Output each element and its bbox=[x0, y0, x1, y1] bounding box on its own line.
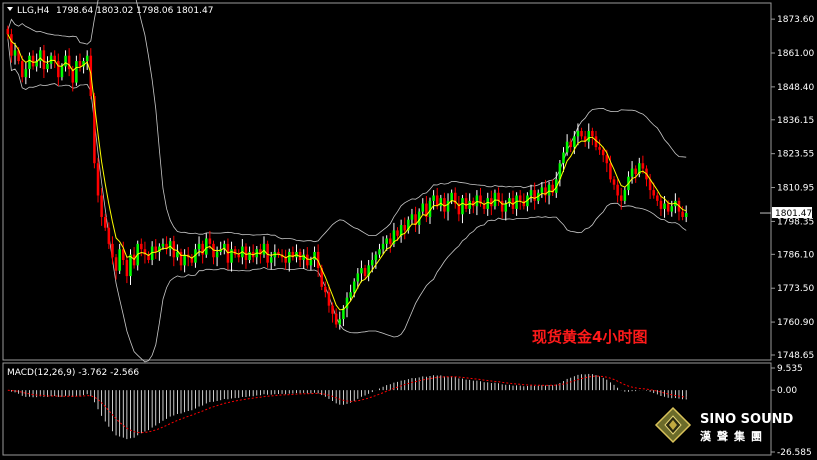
price-tick-label: 1823.55 bbox=[777, 150, 814, 160]
price-tick-label: 1748.65 bbox=[777, 351, 814, 361]
price-tick-label: 1861.00 bbox=[777, 49, 814, 59]
ohlc-readout: 1798.64 1803.02 1798.06 1801.47 bbox=[56, 6, 213, 16]
brand-name-en: SINO SOUND bbox=[700, 412, 794, 427]
price-tick-label: 1773.50 bbox=[777, 284, 814, 294]
brand-name-cn: 漢聲集團 bbox=[700, 429, 768, 443]
price-tick-label: 1836.15 bbox=[777, 116, 814, 126]
macd-tick-label: 9.535 bbox=[777, 364, 803, 374]
price-tick-label: 1873.60 bbox=[777, 15, 814, 25]
price-tick-label: 1786.10 bbox=[777, 250, 814, 260]
chart-window: 1873.60 1861.00 1848.40 1836.15 1823.55 1810.… bbox=[0, 0, 817, 460]
current-price-marker: 1801.47 bbox=[772, 207, 812, 219]
macd-label: MACD(12,26,9) -3.762 -2.566 bbox=[7, 368, 139, 378]
symbol-header: LLG,H4 1798.64 1803.02 1798.06 1801.47 bbox=[7, 6, 213, 16]
current-price-label: 1801.47 bbox=[775, 209, 812, 219]
symbol-label: LLG,H4 bbox=[17, 6, 50, 16]
macd-tick-label: -26.585 bbox=[777, 448, 812, 458]
chart-annotation: 现货黄金4小时图 bbox=[532, 328, 647, 346]
price-tick-label: 1810.95 bbox=[777, 184, 814, 194]
macd-tick-label: 0.00 bbox=[777, 386, 797, 396]
price-tick-label: 1760.90 bbox=[777, 318, 814, 328]
price-tick-label: 1848.40 bbox=[777, 83, 814, 93]
